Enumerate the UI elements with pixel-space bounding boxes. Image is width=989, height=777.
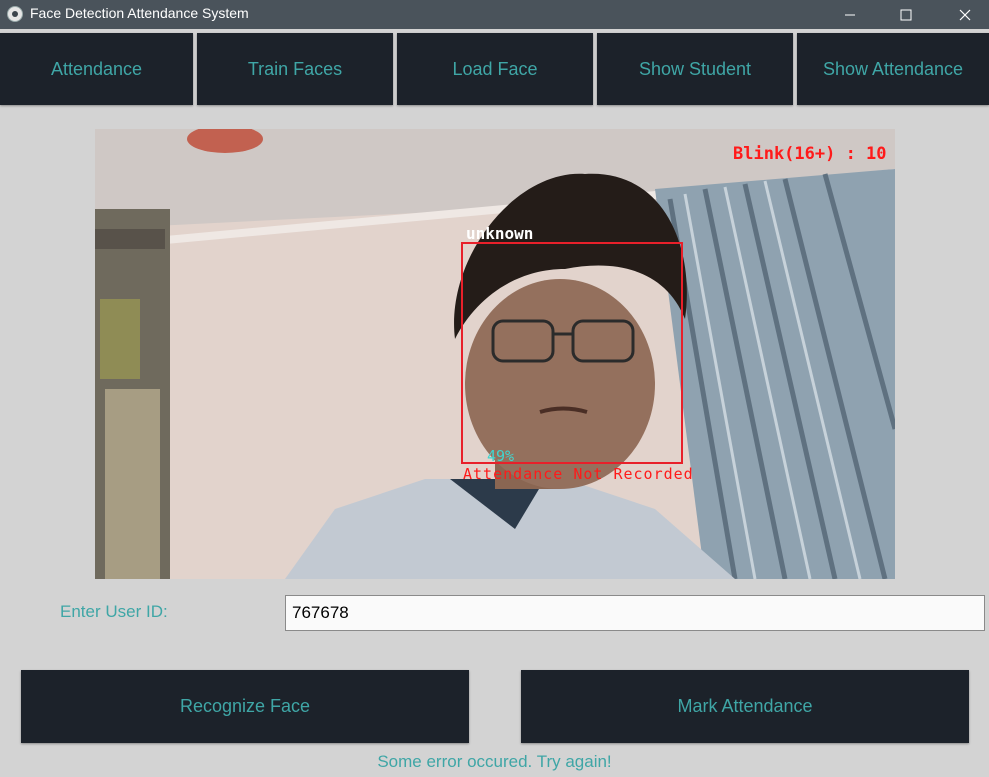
user-id-input[interactable] [285,595,985,631]
top-nav: Attendance Train Faces Load Face Show St… [0,33,989,106]
attendance-status-overlay: Attendance Not Recorded [463,465,694,483]
minimize-icon [845,14,855,15]
tab-load-face[interactable]: Load Face [397,33,593,105]
minimize-button[interactable] [827,0,873,29]
blink-counter: Blink(16+) : 10 [733,144,887,164]
close-button[interactable] [942,0,988,29]
confidence-label: 49% [487,447,515,465]
user-id-label: Enter User ID: [60,602,168,621]
recognize-face-button[interactable]: Recognize Face [21,670,469,743]
status-message: Some error occured. Try again! [377,752,612,771]
tab-train-faces[interactable]: Train Faces [197,33,393,105]
window-title: Face Detection Attendance System [30,5,249,21]
tab-attendance[interactable]: Attendance [0,33,193,105]
app-camera-icon [7,6,23,22]
maximize-button[interactable] [883,0,929,29]
maximize-icon [900,9,912,20]
close-icon [959,9,971,20]
title-bar: Face Detection Attendance System [0,0,989,29]
mark-attendance-button[interactable]: Mark Attendance [521,670,969,743]
tab-show-student[interactable]: Show Student [597,33,793,105]
tab-show-attendance[interactable]: Show Attendance [797,33,989,105]
face-detection-box [461,242,683,464]
face-name-label: unknown [466,224,534,243]
camera-feed: Blink(16+) : 10 unknown 49% Attendance N… [95,129,895,579]
